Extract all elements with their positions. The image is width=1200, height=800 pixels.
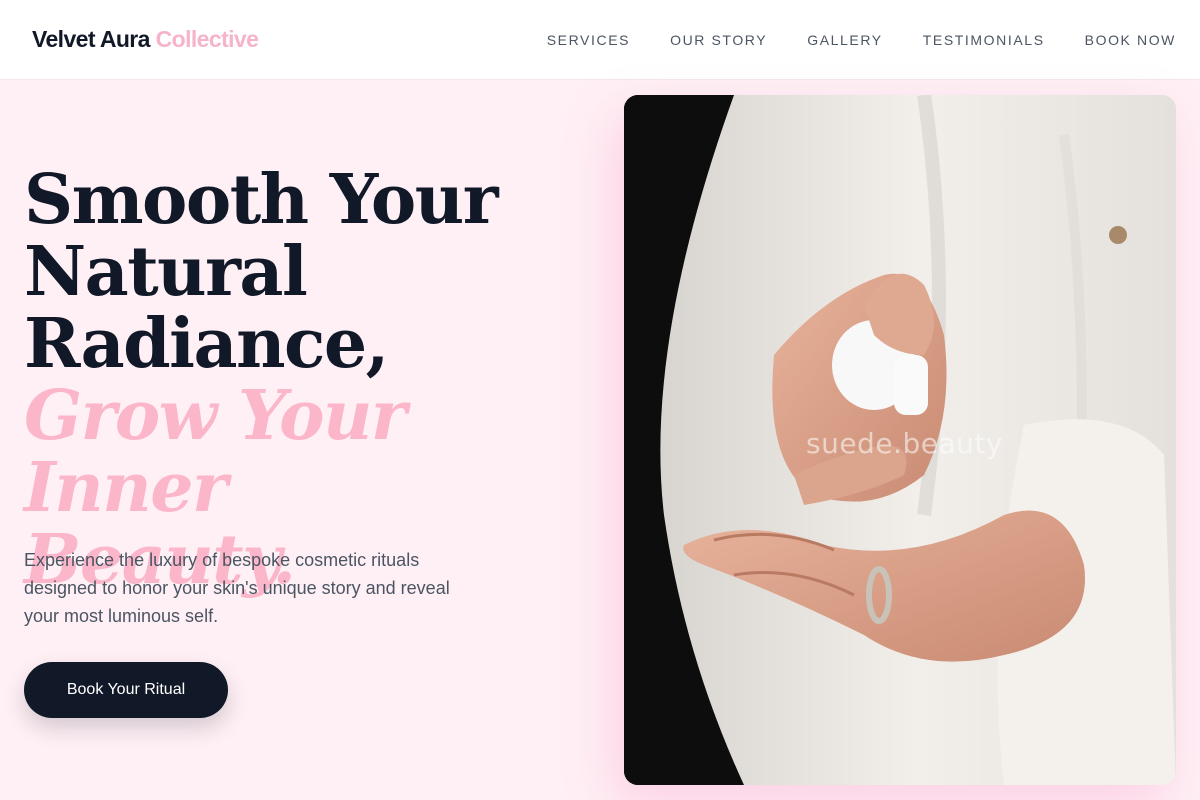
book-your-ritual-button[interactable]: Book Your Ritual xyxy=(24,662,228,718)
brand-logo[interactable]: Velvet Aura Collective xyxy=(32,26,259,53)
image-watermark: suede.beauty xyxy=(806,427,1003,460)
headline-line-1: Smooth Your xyxy=(24,160,499,240)
nav-link-our-story[interactable]: OUR STORY xyxy=(670,32,767,48)
logo-main-text: Velvet Aura xyxy=(32,26,150,52)
site-header: Velvet Aura Collective SERVICES OUR STOR… xyxy=(0,0,1200,80)
hero-subtitle: Experience the luxury of bespoke cosmeti… xyxy=(24,550,450,626)
nav-link-book-now[interactable]: BOOK NOW xyxy=(1085,32,1176,48)
main-nav: SERVICES OUR STORY GALLERY TESTIMONIALS … xyxy=(547,32,1176,48)
hero-image: suede.beauty xyxy=(624,95,1176,785)
hero-headline: Smooth Your Natural Radiance, Grow Your … xyxy=(24,164,604,596)
nav-link-gallery[interactable]: GALLERY xyxy=(807,32,883,48)
headline-line-2: Natural xyxy=(24,232,308,312)
nav-link-services[interactable]: SERVICES xyxy=(547,32,630,48)
headline-accent-line-1: Grow Your Inner xyxy=(24,376,407,528)
headline-line-3: Radiance, xyxy=(24,304,389,384)
logo-accent-text: Collective xyxy=(155,26,259,52)
nav-link-testimonials[interactable]: TESTIMONIALS xyxy=(923,32,1045,48)
